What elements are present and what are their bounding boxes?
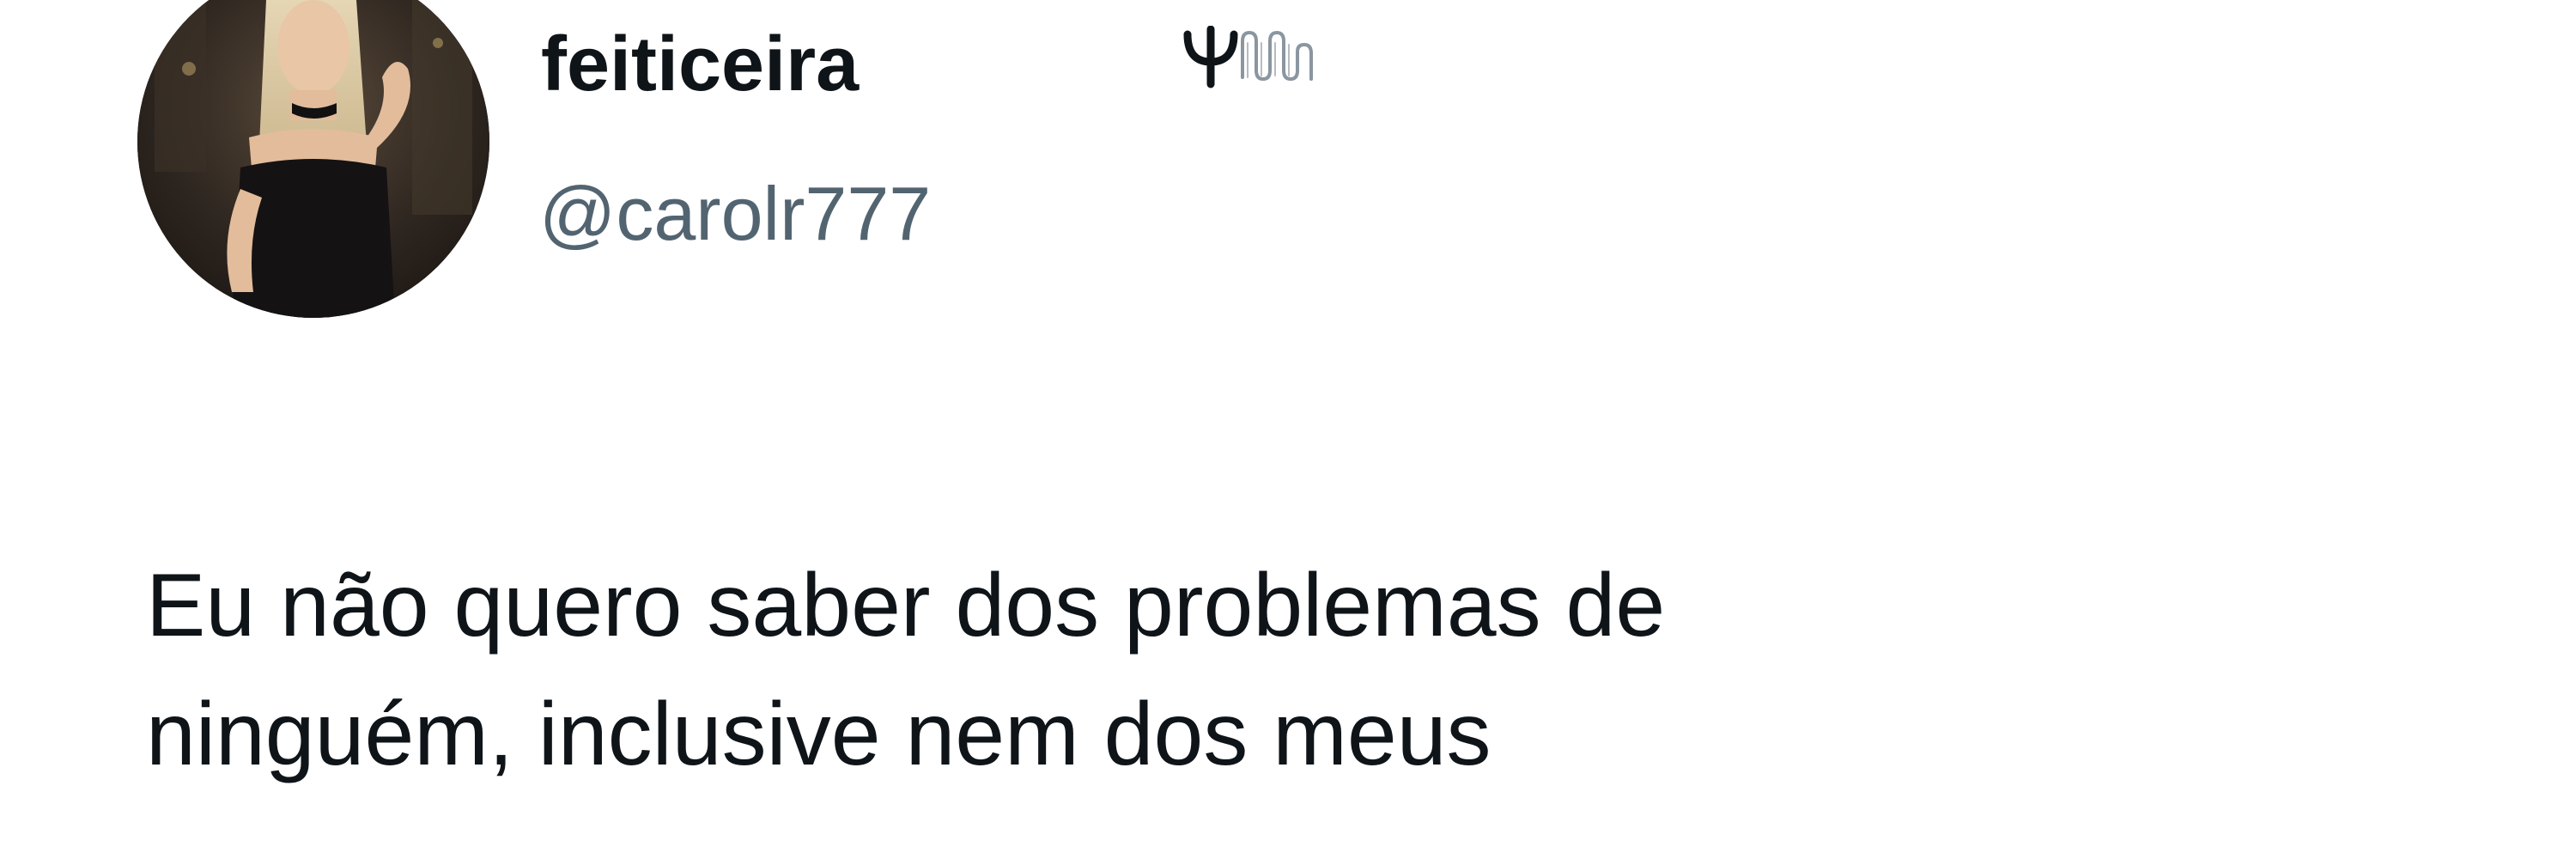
display-name[interactable]: feiticeira: [541, 26, 859, 103]
psi-icon: [1183, 26, 1238, 88]
name-emoji-group: [1181, 26, 1318, 90]
avatar[interactable]: [137, 0, 489, 318]
profile-photo-icon: [137, 0, 489, 318]
tweet-text: Eu não quero saber dos problemas de ning…: [146, 556, 1666, 784]
user-handle[interactable]: @carolr777: [539, 176, 931, 252]
tweet-card: feiticeira @carolr777 Eu não quero saber…: [0, 0, 2576, 859]
wave-scribble-icon: [1241, 31, 1313, 81]
